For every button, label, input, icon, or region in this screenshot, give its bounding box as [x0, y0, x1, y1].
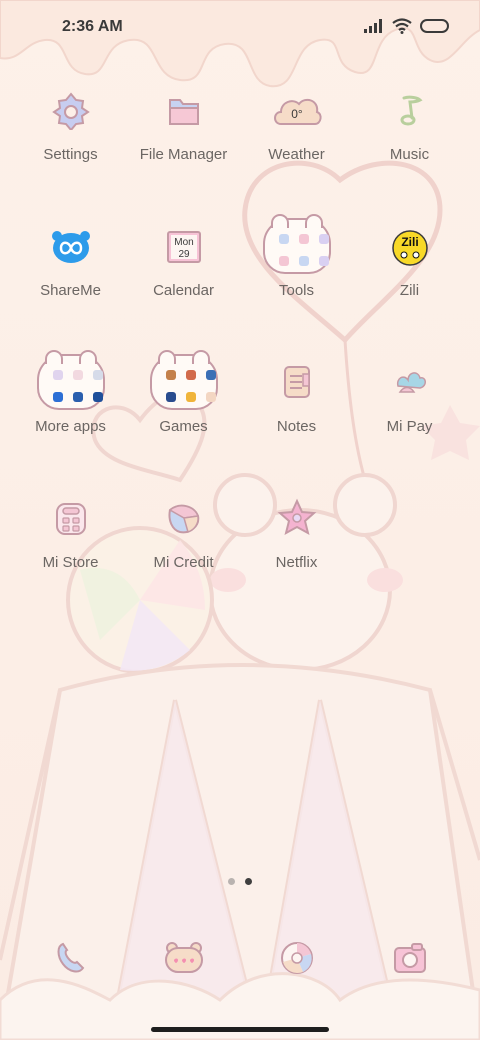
app-label: Tools — [278, 282, 315, 299]
notes-icon — [283, 366, 310, 398]
zili-text: Zili — [401, 235, 418, 249]
app-label: Games — [159, 418, 208, 435]
weather-temperature: 0° — [291, 107, 303, 121]
app-zili[interactable]: Zili Zili — [353, 216, 466, 326]
calendar-icon: Mon 29 — [166, 231, 201, 263]
app-netflix[interactable]: Netflix — [240, 488, 353, 598]
app-tools-folder[interactable]: Tools — [240, 214, 353, 326]
app-music[interactable]: Music — [353, 80, 466, 190]
app-games-folder[interactable]: Games — [127, 350, 240, 462]
app-label: Mi Pay — [386, 418, 433, 435]
app-calendar[interactable]: Mon 29 Calendar — [127, 216, 240, 326]
zili-icon: Zili — [391, 230, 428, 266]
app-mi-pay[interactable]: Mi Pay — [353, 352, 466, 462]
signal-icon — [364, 19, 382, 33]
browser-icon — [280, 942, 313, 974]
mi-store-icon — [55, 503, 86, 535]
page-indicator — [228, 878, 252, 885]
messages-bear-icon — [164, 942, 203, 973]
calendar-day: 29 — [178, 249, 190, 260]
wifi-icon — [392, 18, 412, 34]
folder-icon — [36, 350, 105, 410]
calendar-month: Mon — [174, 237, 193, 248]
phone-icon — [57, 942, 84, 973]
dock-browser[interactable] — [240, 928, 353, 988]
app-label: Mi Credit — [153, 554, 214, 571]
app-mi-store[interactable]: Mi Store — [14, 488, 127, 598]
app-label: ShareMe — [40, 282, 101, 299]
battery-icon — [420, 19, 449, 33]
app-label: Settings — [43, 146, 98, 163]
app-notes[interactable]: Notes — [240, 352, 353, 462]
app-label: Calendar — [153, 282, 214, 299]
status-bar: 2:36 AM — [0, 0, 480, 56]
app-settings[interactable]: Settings — [14, 80, 127, 190]
app-label: Notes — [276, 418, 317, 435]
app-label: Netflix — [275, 554, 318, 571]
folder-icon — [149, 350, 218, 410]
status-time: 2:36 AM — [62, 18, 123, 35]
music-note-icon — [400, 95, 423, 126]
app-label: More apps — [35, 418, 106, 435]
folder-icon — [262, 214, 331, 274]
folder-icon — [168, 99, 199, 125]
app-shareme[interactable]: ShareMe — [14, 216, 127, 326]
camera-icon — [393, 943, 426, 973]
dock-phone[interactable] — [14, 928, 127, 988]
app-label: Music — [389, 146, 430, 163]
app-label: Weather — [268, 146, 325, 163]
mi-pay-icon — [396, 372, 426, 393]
page-dot-1[interactable] — [228, 878, 235, 885]
app-more-apps-folder[interactable]: More apps — [14, 350, 127, 462]
dock — [14, 928, 466, 988]
dock-camera[interactable] — [353, 928, 466, 988]
settings-icon — [51, 92, 90, 130]
app-weather[interactable]: 0° Weather — [240, 80, 353, 190]
page-dot-2[interactable] — [245, 878, 252, 885]
app-label: Zili — [399, 282, 420, 299]
gesture-bar[interactable] — [151, 1027, 329, 1032]
netflix-star-icon — [277, 498, 316, 535]
shareme-icon — [51, 231, 90, 263]
app-label: Mi Store — [42, 554, 99, 571]
mi-credit-icon — [168, 504, 199, 534]
weather-cloud-icon: 0° — [273, 98, 322, 125]
app-file-manager[interactable]: File Manager — [127, 80, 240, 190]
app-mi-credit[interactable]: Mi Credit — [127, 488, 240, 598]
app-label: File Manager — [139, 146, 228, 163]
dock-messages[interactable] — [127, 928, 240, 988]
